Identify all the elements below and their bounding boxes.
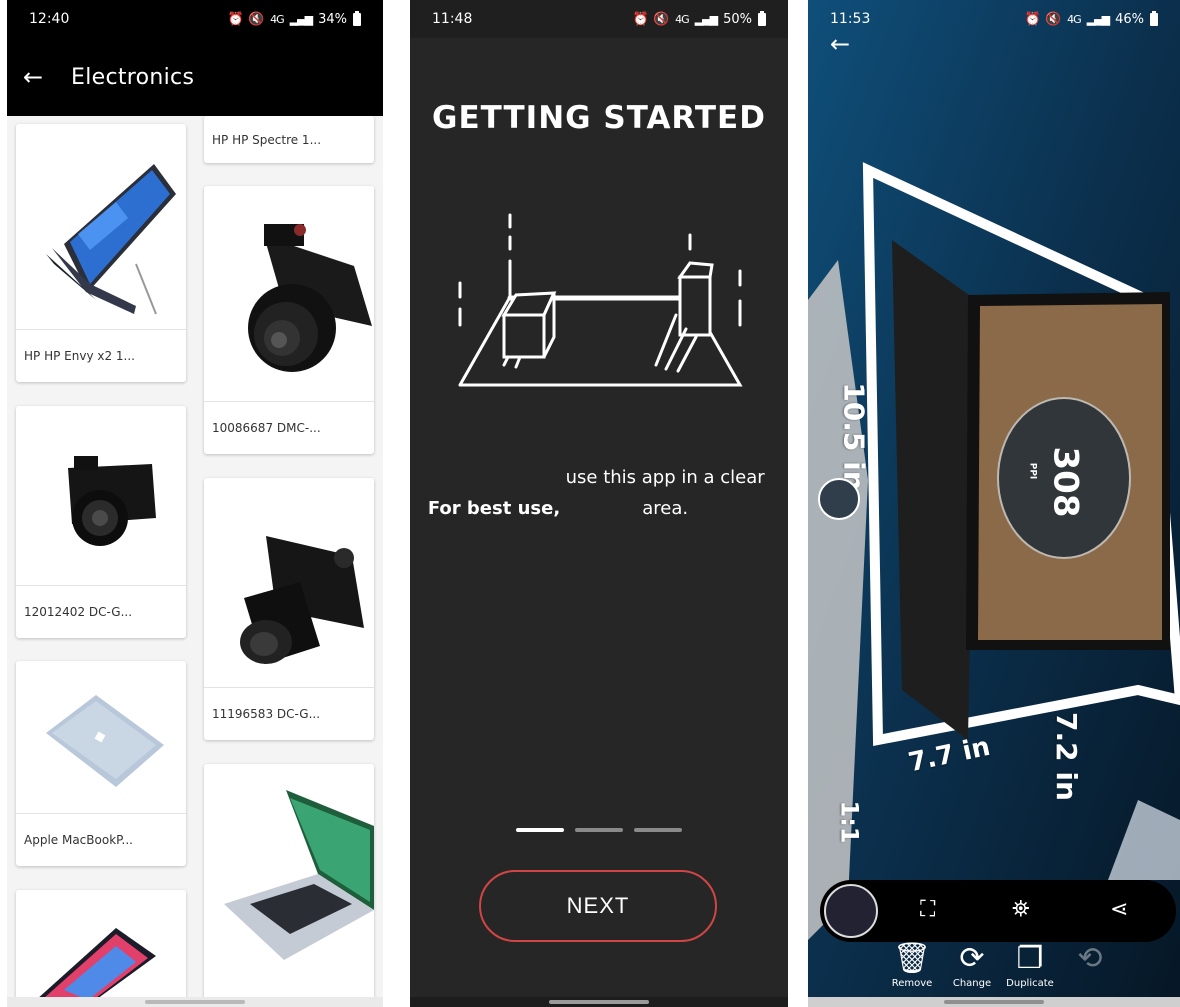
remove-button[interactable]: 🗑 Remove [882, 940, 942, 989]
copy-icon: ❐ [1016, 941, 1044, 976]
onboarding-tip-bold: For best use, [427, 498, 561, 519]
product-image [16, 661, 186, 814]
app-bar: ← Electronics [7, 38, 383, 116]
onboarding-tip: For best use, use this app in a clear ar… [410, 462, 788, 524]
status-icons: ⏰ 🔇 [227, 11, 265, 27]
page-indicator [516, 828, 682, 832]
status-icons: ⏰ 🔇 [632, 11, 670, 27]
home-indicator[interactable] [7, 997, 383, 1007]
battery-level: 50% [723, 11, 752, 27]
product-image [204, 186, 374, 402]
network-label: 4G [1067, 12, 1081, 26]
product-image [204, 764, 374, 1000]
product-image [16, 406, 186, 586]
network-label: 4G [270, 12, 284, 26]
page-dot [634, 828, 682, 832]
status-time: 12:40 [29, 11, 70, 27]
page-dot [516, 828, 564, 832]
selected-model-thumbnail[interactable] [824, 884, 878, 938]
screen-number: 308 [1045, 446, 1086, 518]
product-caption: 11196583 DC-G... [204, 687, 374, 740]
signal-icon: ▂▄▆ [694, 12, 718, 26]
screen-unit: PPI [1027, 462, 1038, 480]
clear-area-illustration-icon [458, 213, 743, 387]
signal-icon: ▂▄▆ [1086, 12, 1110, 26]
home-indicator[interactable] [410, 997, 788, 1007]
share-icon[interactable]: ⋖ [1110, 898, 1128, 922]
camera-image [68, 456, 156, 546]
battery-level: 34% [318, 11, 347, 27]
rotate-icon: ⟲ [1077, 941, 1103, 976]
product-image [16, 124, 186, 330]
remove-label: Remove [891, 978, 933, 989]
ar-toolbar: ⛶ ⛯ ⋖ [820, 880, 1176, 942]
next-button[interactable]: NEXT [479, 870, 717, 942]
product-card[interactable] [204, 764, 374, 1000]
catalog-screen: 12:40 ⏰ 🔇 4G ▂▄▆ 34% ← Electronics HP HP… [7, 0, 383, 1007]
dslr-camera-image [240, 536, 364, 664]
battery-icon [1150, 10, 1158, 26]
open-laptop-image [224, 790, 374, 960]
ar-camera-view [808, 0, 1180, 1007]
product-card[interactable]: 12012402 DC-G... [16, 406, 186, 638]
status-icons: ⏰ 🔇 [1024, 11, 1062, 27]
rotate-button[interactable]: ⟲ [1060, 940, 1120, 978]
status-time: 11:53 [830, 11, 871, 27]
product-caption: Apple MacBookP... [16, 813, 186, 866]
page-dot [575, 828, 623, 832]
network-label: 4G [675, 12, 689, 26]
tablet-image [46, 164, 176, 315]
change-button[interactable]: ⟳ Change [942, 940, 1002, 989]
home-indicator[interactable] [808, 997, 1180, 1007]
object-actions: 🗑 Remove ⟳ Change ❐ Duplicate ⟲ [808, 940, 1180, 1000]
status-time: 11:48 [432, 11, 473, 27]
product-card[interactable]: HP HP Envy x2 1... [16, 124, 186, 382]
phone-image [36, 928, 156, 1007]
trash-icon: 🗑 [892, 941, 932, 976]
depth-measurement: 7.2 in [1049, 712, 1083, 801]
back-arrow-icon[interactable]: ← [830, 30, 850, 58]
laptop-image [46, 695, 164, 787]
onboarding-title: GETTING STARTED [432, 100, 766, 136]
product-card[interactable]: 11196583 DC-G... [204, 478, 374, 740]
status-bar: 11:48 ⏰ 🔇 4G ▂▄▆ 50% [410, 0, 788, 38]
onboarding-screen: 11:48 ⏰ 🔇 4G ▂▄▆ 50% GETTING STARTED For… [410, 0, 788, 1007]
back-arrow-icon[interactable]: ← [9, 63, 57, 91]
duplicate-label: Duplicate [1006, 978, 1054, 989]
onboarding-tip-rest: use this app in a clear area. [565, 467, 765, 519]
signal-icon: ▂▄▆ [289, 12, 313, 26]
page-title: Electronics [71, 64, 195, 90]
product-card[interactable]: Apple MacBookP... [16, 661, 186, 866]
ar-view-screen: 11:53 ⏰ 🔇 4G ▂▄▆ 46% ← 10.5 in 7.7 in 7.… [808, 0, 1180, 1007]
camera-image [248, 224, 372, 372]
product-caption: HP HP Spectre 1... [212, 132, 322, 147]
edit-crop-icon[interactable]: ⛯ [1012, 898, 1030, 922]
battery-icon [758, 10, 766, 26]
object-thumbnail-marker[interactable] [818, 478, 860, 520]
status-bar: 12:40 ⏰ 🔇 4G ▂▄▆ 34% [7, 0, 383, 38]
scale-label: 1:1 [835, 800, 864, 844]
product-caption: 10086687 DMC-... [204, 401, 374, 454]
battery-level: 46% [1115, 11, 1144, 27]
product-card[interactable]: 10086687 DMC-... [204, 186, 374, 454]
product-card[interactable] [16, 890, 186, 1007]
battery-icon [353, 10, 361, 26]
focus-scan-icon[interactable]: ⛶ [920, 898, 935, 922]
product-image [204, 478, 374, 688]
product-caption: HP HP Envy x2 1... [16, 329, 186, 382]
product-image [16, 890, 186, 1007]
product-caption: 12012402 DC-G... [16, 585, 186, 638]
product-card[interactable]: HP HP Spectre 1... [204, 116, 374, 163]
change-label: Change [952, 978, 992, 989]
height-measurement: 10.5 in [837, 382, 871, 491]
duplicate-button[interactable]: ❐ Duplicate [1000, 940, 1060, 989]
status-bar: 11:53 ⏰ 🔇 4G ▂▄▆ 46% [808, 0, 1180, 38]
refresh-icon: ⟳ [959, 941, 985, 976]
